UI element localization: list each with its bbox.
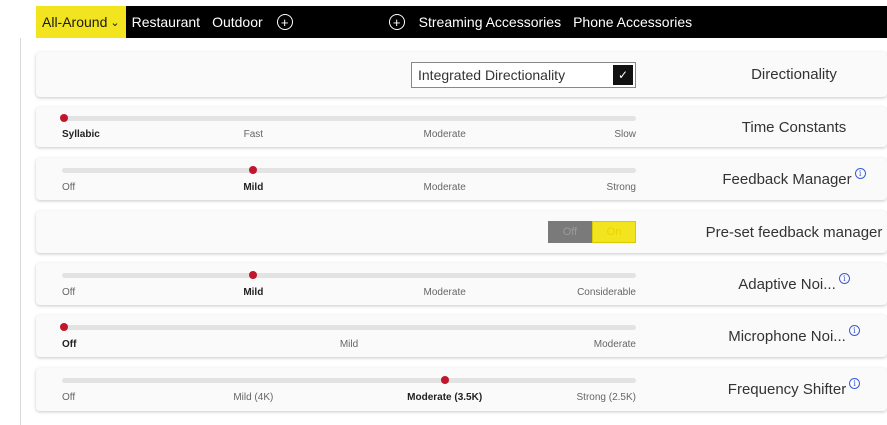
microphone-noise-handle[interactable] <box>60 323 68 331</box>
preset-feedback-label: Pre-set feedback manager <box>701 211 887 253</box>
time-constants-row: Syllabic Fast Moderate Slow Time Constan… <box>36 107 887 147</box>
add-program-icon[interactable]: + <box>276 14 293 30</box>
feedback-manager-option-2[interactable]: Moderate <box>424 182 466 193</box>
info-icon[interactable]: i <box>854 167 866 179</box>
directionality-label: Directionality <box>701 52 887 97</box>
directionality-row: Integrated Directionality ✓ Directionali… <box>36 52 887 97</box>
adaptive-noise-option-0[interactable]: Off <box>62 287 75 298</box>
frequency-shifter-label-text: Frequency Shifter <box>727 381 847 398</box>
frequency-shifter-row: Off Mild (4K) Moderate (3.5K) Strong (2.… <box>36 368 887 411</box>
toggle-on-option[interactable]: On <box>592 221 636 243</box>
adaptive-noise-option-1[interactable]: Mild <box>243 287 263 298</box>
preset-feedback-row: Off On Pre-set feedback manager <box>36 211 887 253</box>
frequency-shifter-handle[interactable] <box>440 376 449 384</box>
toggle-off-option[interactable]: Off <box>548 221 592 243</box>
time-constants-label-text: Time Constants <box>741 118 847 136</box>
feedback-manager-row: Off Mild Moderate Strong Feedback Manage… <box>36 158 887 200</box>
frequency-shifter-option-3[interactable]: Strong (2.5K) <box>577 392 636 403</box>
feedback-manager-label: Feedback Manager i <box>701 158 887 200</box>
info-icon[interactable]: i <box>849 378 861 389</box>
time-constants-option-3[interactable]: Slow <box>614 129 636 140</box>
microphone-noise-option-2[interactable]: Moderate <box>594 339 636 350</box>
frequency-shifter-option-2[interactable]: Moderate (3.5K) <box>407 392 482 403</box>
time-constants-option-1[interactable]: Fast <box>244 129 263 140</box>
adaptive-noise-row: Off Mild Moderate Considerable Adaptive … <box>36 263 887 305</box>
time-constants-track[interactable] <box>62 116 636 121</box>
frequency-shifter-option-1[interactable]: Mild (4K) <box>233 392 273 403</box>
directionality-label-text: Directionality <box>751 66 837 83</box>
time-constants-label: Time Constants <box>701 107 887 147</box>
tab-restaurant[interactable]: Restaurant <box>126 6 206 38</box>
microphone-noise-option-0[interactable]: Off <box>62 339 76 350</box>
time-constants-option-0[interactable]: Syllabic <box>62 129 100 140</box>
adaptive-noise-label: Adaptive Noi... i <box>701 263 887 305</box>
program-tab-bar: All-Around ⌄ Restaurant Outdoor + + Stre… <box>36 6 887 38</box>
preset-feedback-toggle[interactable]: Off On <box>548 221 636 243</box>
directionality-select[interactable]: Integrated Directionality ✓ <box>411 62 636 88</box>
info-icon[interactable]: i <box>848 324 860 336</box>
frequency-shifter-option-0[interactable]: Off <box>62 392 75 403</box>
adaptive-noise-label-text: Adaptive Noi... <box>738 275 836 293</box>
microphone-noise-label-text: Microphone Noi... <box>728 327 846 345</box>
feedback-manager-track[interactable] <box>62 168 636 173</box>
time-constants-option-2[interactable]: Moderate <box>424 129 466 140</box>
chevron-down-icon: ⌄ <box>110 16 120 29</box>
directionality-select-value: Integrated Directionality <box>418 67 566 83</box>
tab-all-around[interactable]: All-Around ⌄ <box>36 6 126 38</box>
microphone-noise-label: Microphone Noi... i <box>701 315 887 357</box>
add-accessory-icon[interactable]: + <box>388 14 405 30</box>
tab-all-around-label: All-Around <box>42 14 108 30</box>
left-divider <box>20 38 21 425</box>
frequency-shifter-track[interactable] <box>62 378 636 383</box>
microphone-noise-row: Off Mild Moderate Microphone Noi... i <box>36 315 887 357</box>
feedback-manager-option-1[interactable]: Mild <box>243 182 263 193</box>
adaptive-noise-option-3[interactable]: Considerable <box>577 287 636 298</box>
feedback-manager-label-text: Feedback Manager <box>722 170 852 188</box>
microphone-noise-option-1[interactable]: Mild <box>340 339 358 350</box>
adaptive-noise-option-2[interactable]: Moderate <box>424 287 466 298</box>
preset-feedback-label-text: Pre-set feedback manager <box>705 223 883 241</box>
info-icon[interactable]: i <box>838 272 850 284</box>
tab-outdoor[interactable]: Outdoor <box>206 6 269 38</box>
microphone-noise-track[interactable] <box>62 325 636 330</box>
time-constants-handle[interactable] <box>60 114 68 122</box>
frequency-shifter-label: Frequency Shifter i <box>701 368 887 411</box>
feedback-manager-option-3[interactable]: Strong <box>607 182 636 193</box>
tab-streaming-accessories[interactable]: Streaming Accessories <box>413 6 567 38</box>
feedback-manager-option-0[interactable]: Off <box>62 182 75 193</box>
tab-phone-accessories[interactable]: Phone Accessories <box>567 6 698 38</box>
chevron-down-icon: ✓ <box>613 65 633 85</box>
adaptive-noise-track[interactable] <box>62 273 636 278</box>
